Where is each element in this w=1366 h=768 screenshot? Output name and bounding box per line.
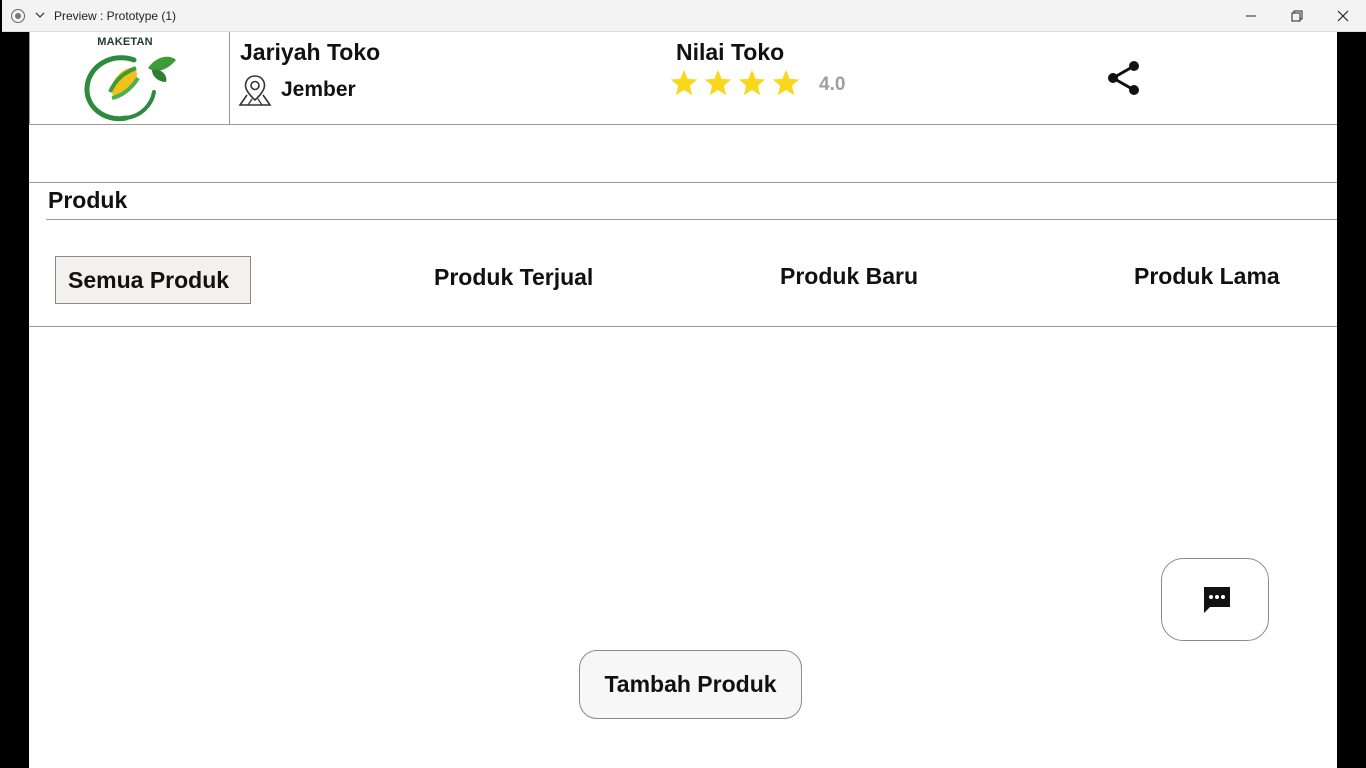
logo-icon xyxy=(84,55,176,122)
logo-text: MAKETAN xyxy=(97,36,153,48)
chat-button[interactable] xyxy=(1161,558,1269,641)
map-pin-icon xyxy=(238,75,272,106)
window-titlebar: Preview : Prototype (1) xyxy=(2,0,1366,32)
store-location: Jember xyxy=(281,78,356,101)
star-icon xyxy=(704,69,732,96)
tab-semua-produk[interactable]: Semua Produk xyxy=(55,256,251,304)
close-button[interactable] xyxy=(1320,0,1366,32)
store-name: Jariyah Toko xyxy=(240,39,381,65)
tab-produk-lama[interactable]: Produk Lama xyxy=(1134,263,1280,290)
header-spacer-band xyxy=(29,126,1337,183)
star-icon xyxy=(738,69,766,96)
logo-box: MAKETAN xyxy=(30,32,230,125)
product-tabs: Semua Produk Produk Terjual Produk Baru … xyxy=(29,220,1337,327)
restore-button[interactable] xyxy=(1274,0,1320,32)
section-title: Produk xyxy=(48,187,128,213)
window-title: Preview : Prototype (1) xyxy=(54,9,177,23)
minimize-icon xyxy=(1246,15,1256,17)
restore-icon xyxy=(1291,10,1303,22)
store-header: MAKETAN Jariyah Toko Jember Nilai Toko 4… xyxy=(29,32,1337,125)
rating-stars xyxy=(669,68,801,100)
rating-label: Nilai Toko xyxy=(676,39,785,65)
rating-value: 4.0 xyxy=(819,74,846,95)
chevron-down-icon[interactable] xyxy=(33,7,47,23)
tab-produk-terjual[interactable]: Produk Terjual xyxy=(434,264,593,291)
star-icon xyxy=(670,69,698,96)
close-icon xyxy=(1337,10,1349,22)
chat-bubble-icon xyxy=(1204,587,1230,613)
add-product-button[interactable]: Tambah Produk xyxy=(579,650,802,719)
star-icon xyxy=(772,69,800,96)
share-icon[interactable] xyxy=(1104,58,1144,98)
app-icon[interactable] xyxy=(11,9,25,23)
minimize-button[interactable] xyxy=(1228,0,1274,32)
app-canvas: MAKETAN Jariyah Toko Jember Nilai Toko 4… xyxy=(29,32,1337,768)
tab-produk-baru[interactable]: Produk Baru xyxy=(780,263,918,290)
